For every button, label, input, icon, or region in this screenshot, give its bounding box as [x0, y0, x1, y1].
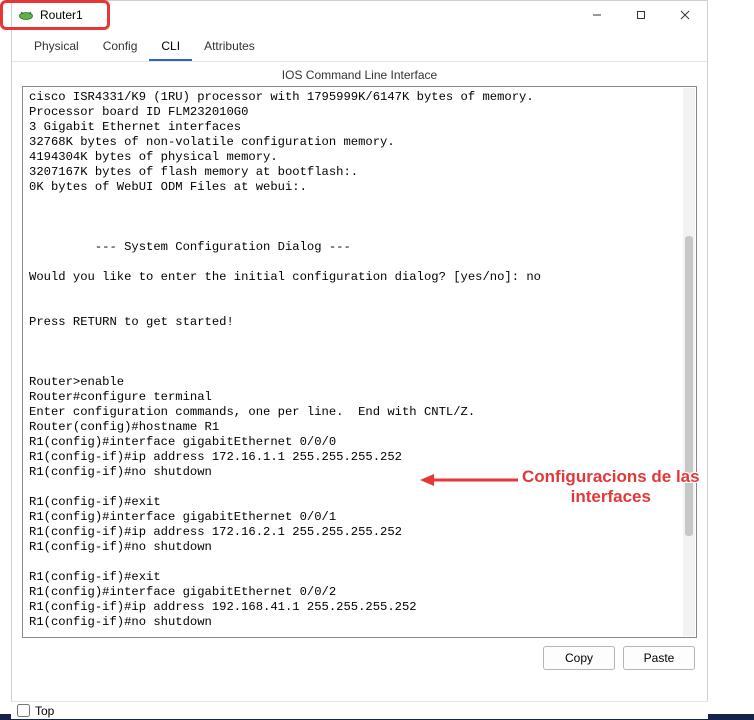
tab-bar: Physical Config CLI Attributes [12, 29, 707, 62]
bottom-bar: Top [11, 701, 708, 719]
top-checkbox-label: Top [35, 704, 54, 718]
scrollbar-thumb[interactable] [685, 236, 693, 536]
app-window: Router1 Physical Config CLI Attributes I… [11, 0, 708, 702]
tab-cli[interactable]: CLI [149, 33, 192, 61]
tab-config[interactable]: Config [91, 33, 150, 61]
copy-button[interactable]: Copy [543, 646, 615, 670]
close-button[interactable] [663, 1, 707, 29]
paste-button[interactable]: Paste [623, 646, 695, 670]
terminal-scrollbar[interactable] [683, 88, 695, 636]
maximize-button[interactable] [619, 1, 663, 29]
router-icon [18, 7, 34, 23]
tab-attributes[interactable]: Attributes [192, 33, 267, 61]
window-controls [575, 1, 707, 29]
cli-terminal[interactable]: cisco ISR4331/K9 (1RU) processor with 17… [23, 87, 696, 637]
top-checkbox[interactable]: Top [17, 704, 54, 718]
minimize-button[interactable] [575, 1, 619, 29]
terminal-container: cisco ISR4331/K9 (1RU) processor with 17… [22, 86, 697, 638]
panel-title: IOS Command Line Interface [12, 62, 707, 86]
tab-physical[interactable]: Physical [22, 33, 91, 61]
top-checkbox-input[interactable] [17, 704, 30, 717]
titlebar[interactable]: Router1 [12, 1, 707, 29]
window-title: Router1 [40, 8, 83, 22]
button-row: Copy Paste [12, 638, 707, 670]
